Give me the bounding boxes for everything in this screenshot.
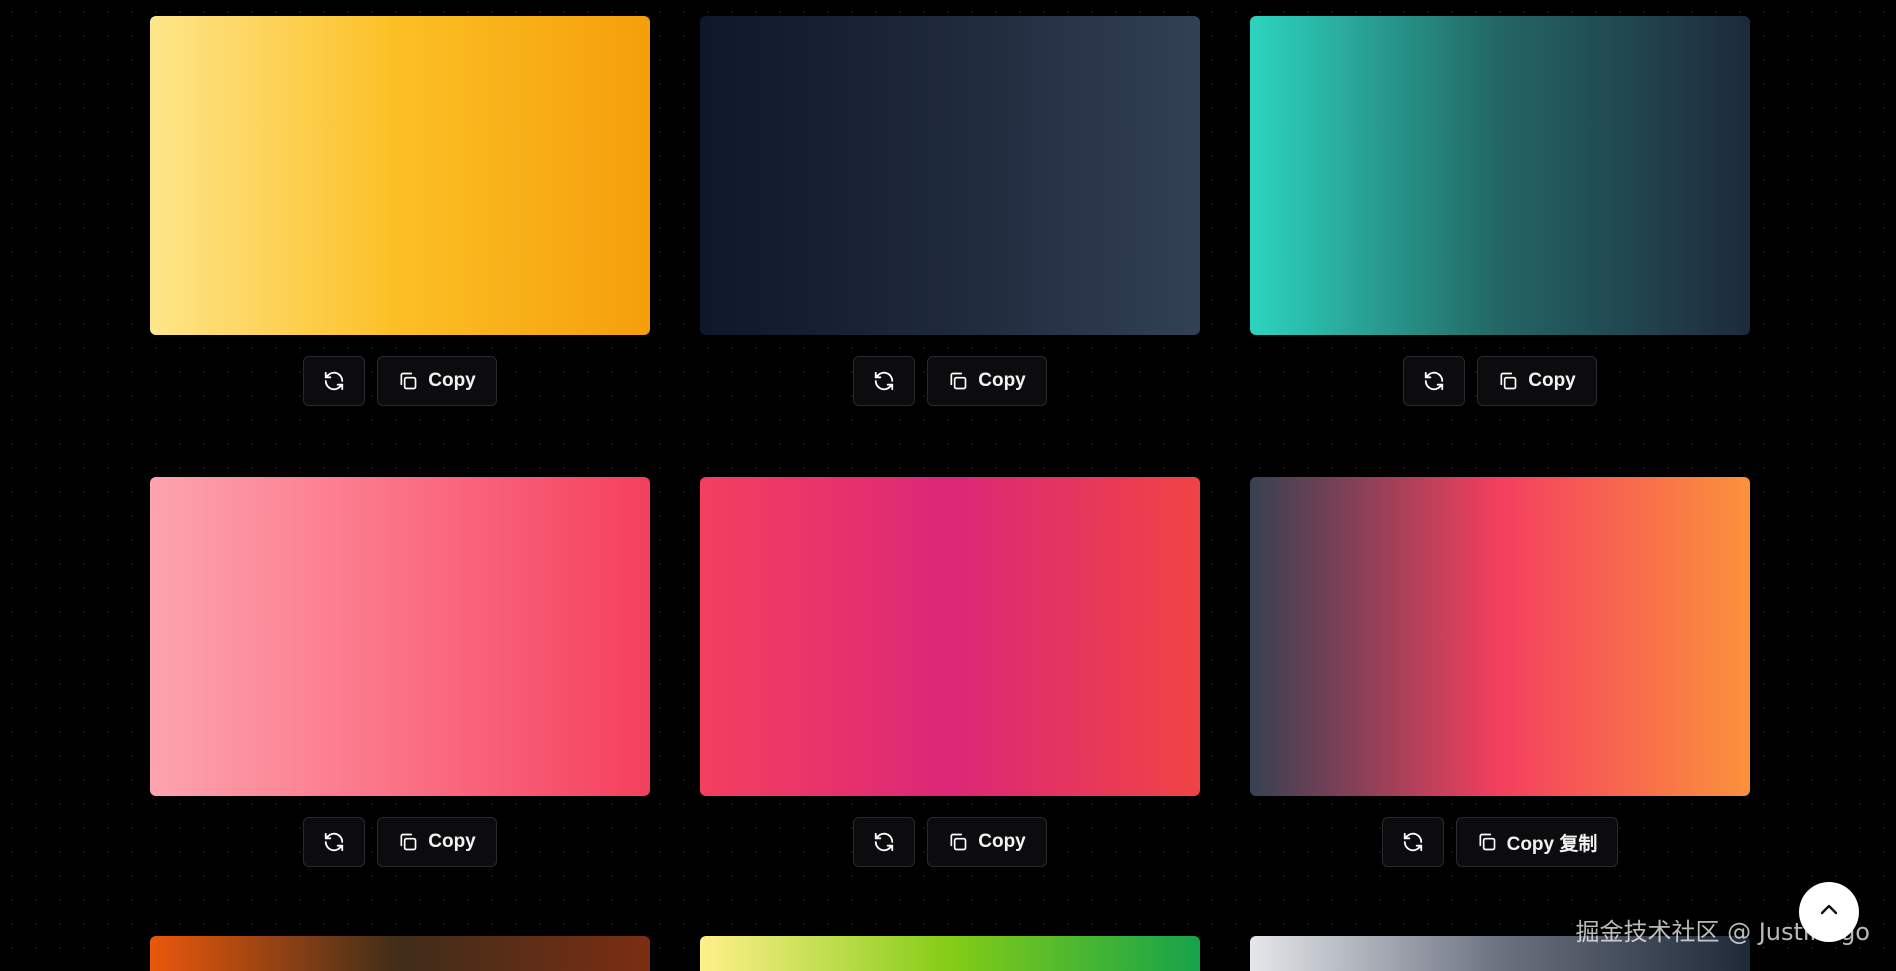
gradient-grid-partial-row bbox=[150, 936, 1750, 971]
gradient-card: Copy 复制 bbox=[1250, 477, 1750, 867]
refresh-button[interactable] bbox=[853, 817, 916, 867]
refresh-button[interactable] bbox=[853, 356, 916, 406]
gradient-card: Copy bbox=[700, 16, 1200, 406]
copy-label: Copy 复制 bbox=[1506, 833, 1598, 855]
gradient-card: Copy bbox=[150, 16, 650, 406]
gradient-swatch bbox=[1250, 477, 1750, 796]
refresh-icon bbox=[1402, 831, 1424, 853]
copy-button[interactable]: Copy bbox=[927, 817, 1047, 867]
gradient-card: Copy bbox=[1250, 16, 1750, 406]
card-actions: Copy bbox=[1403, 356, 1597, 406]
gradient-swatch bbox=[700, 477, 1200, 796]
refresh-button[interactable] bbox=[1381, 817, 1444, 867]
chevron-up-icon bbox=[1817, 898, 1841, 927]
card-actions: Copy 复制 bbox=[1381, 817, 1619, 867]
refresh-icon bbox=[323, 370, 345, 392]
copy-label: Copy bbox=[1528, 370, 1576, 391]
copy-button[interactable]: Copy bbox=[927, 356, 1047, 406]
refresh-icon bbox=[873, 831, 895, 853]
card-actions: Copy bbox=[853, 356, 1047, 406]
copy-icon bbox=[398, 371, 418, 391]
card-actions: Copy bbox=[303, 356, 497, 406]
gradient-card: Copy bbox=[150, 477, 650, 867]
refresh-button[interactable] bbox=[1403, 356, 1466, 406]
gradient-swatch bbox=[700, 936, 1200, 971]
copy-icon bbox=[398, 832, 418, 852]
gradient-grid: Copy Copy Copy Copy Copy Copy 复制 bbox=[150, 16, 1750, 867]
refresh-icon bbox=[1423, 370, 1445, 392]
copy-label: Copy bbox=[978, 831, 1026, 852]
copy-label: Copy bbox=[978, 370, 1026, 391]
copy-button[interactable]: Copy bbox=[377, 356, 497, 406]
gradient-swatch bbox=[150, 936, 650, 971]
card-actions: Copy bbox=[303, 817, 497, 867]
copy-label: Copy bbox=[428, 370, 476, 391]
gradient-swatch bbox=[150, 477, 650, 796]
copy-icon bbox=[1498, 371, 1518, 391]
refresh-icon bbox=[873, 370, 895, 392]
copy-label: Copy bbox=[428, 831, 476, 852]
scroll-to-top-button[interactable] bbox=[1799, 882, 1859, 942]
refresh-icon bbox=[323, 831, 345, 853]
card-actions: Copy bbox=[853, 817, 1047, 867]
refresh-button[interactable] bbox=[303, 356, 366, 406]
refresh-button[interactable] bbox=[303, 817, 366, 867]
gradient-swatch bbox=[700, 16, 1200, 335]
gradient-swatch bbox=[1250, 16, 1750, 335]
copy-icon bbox=[1477, 832, 1497, 852]
gradient-gallery-page: Copy Copy Copy Copy Copy Copy 复制 掘金技术社区 … bbox=[0, 0, 1896, 971]
copy-icon bbox=[948, 371, 968, 391]
copy-button[interactable]: Copy bbox=[377, 817, 497, 867]
gradient-card: Copy bbox=[700, 477, 1200, 867]
copy-button[interactable]: Copy 复制 bbox=[1455, 817, 1619, 867]
copy-icon bbox=[948, 832, 968, 852]
copy-button[interactable]: Copy bbox=[1477, 356, 1597, 406]
gradient-swatch bbox=[150, 16, 650, 335]
